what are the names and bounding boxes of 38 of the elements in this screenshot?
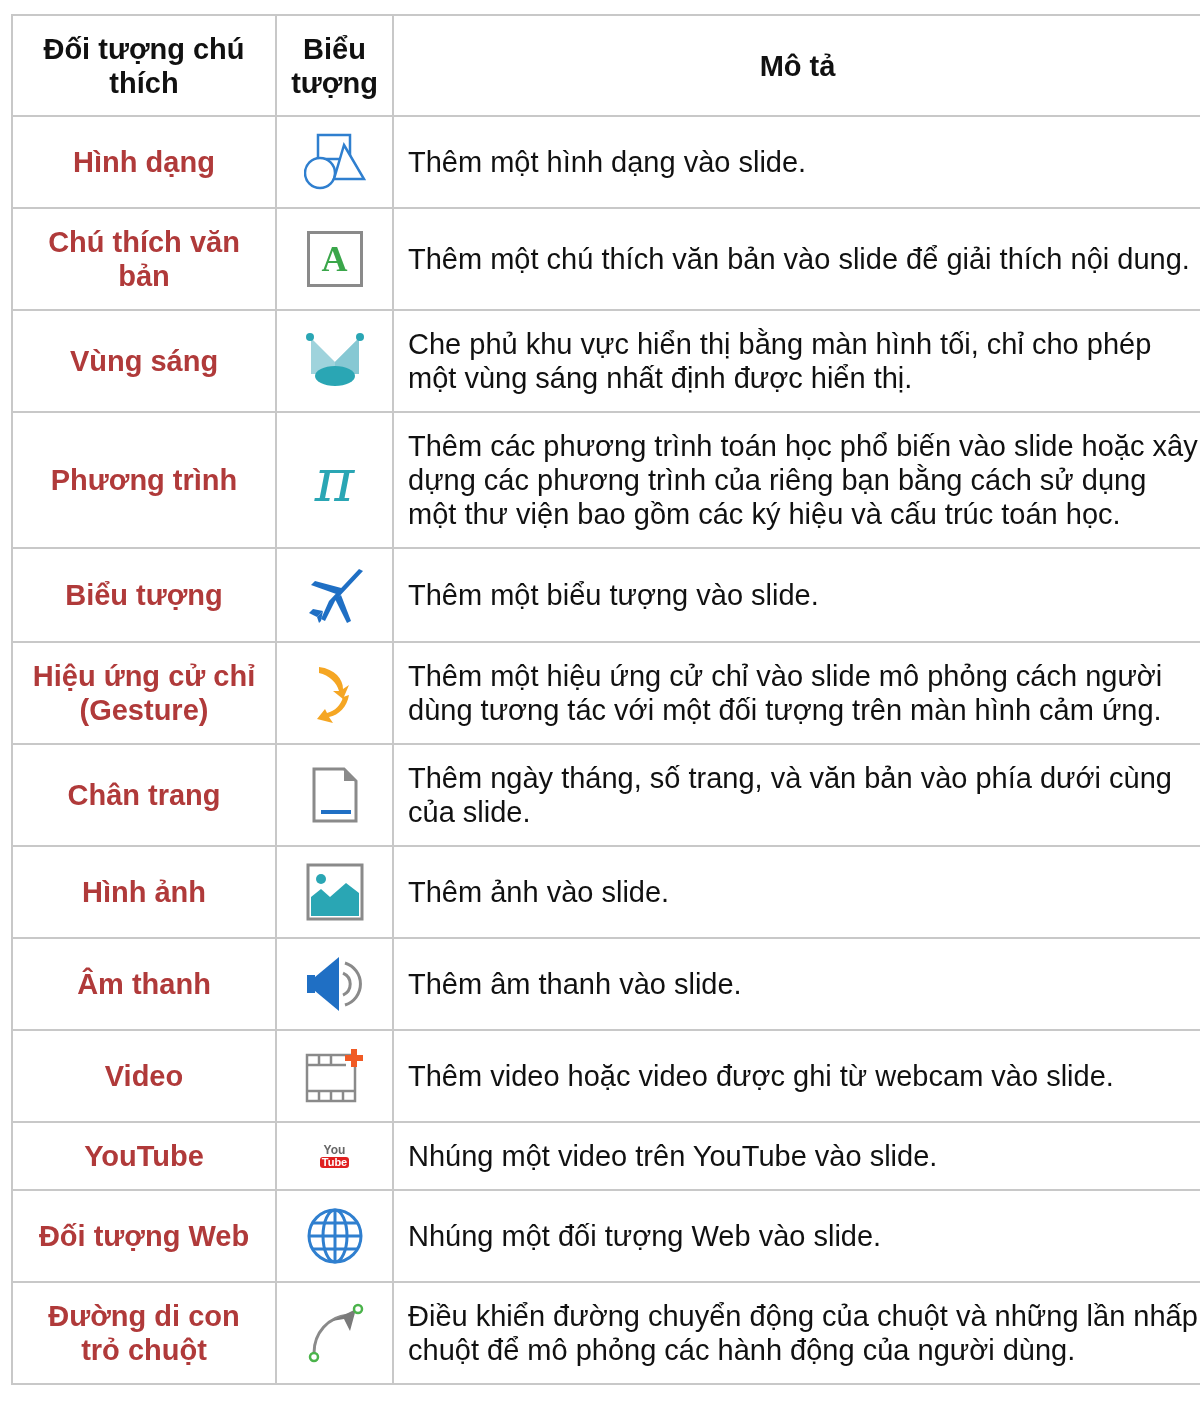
column-header: Mô tả — [759, 49, 836, 82]
description-text: Thêm các phương trình toán học phổ biến vào slide hoặc xây dựng các phương trình của riêng bạn bằng cách sử dụng một thư viện bao gồm các ký hiệu và cấu trúc toán học. — [408, 430, 1198, 530]
text-box-icon: A — [306, 231, 363, 287]
object-name: Hình dạng — [73, 146, 215, 178]
column-header: Biểu tượng — [291, 32, 378, 99]
youtube-logo: You Tube — [319, 1144, 350, 1168]
object-name: Đường di con trỏ chuột — [48, 1300, 240, 1366]
description-text: Điều khiển đường chuyển động của chuột và những lần nhấp chuột để mô phỏng các hành động của người dùng. — [408, 1300, 1198, 1366]
object-name: YouTube — [84, 1140, 204, 1172]
description-text: Nhúng một video trên YouTube vào slide. — [408, 1140, 938, 1172]
globe-icon — [305, 1207, 364, 1265]
description-text: Nhúng một đối tượng Web vào slide. — [408, 1220, 882, 1252]
object-name: Biểu tượng — [65, 579, 223, 611]
description-text: Thêm ngày tháng, số trang, và văn bản vào phía dưới cùng của slide. — [408, 762, 1172, 828]
object-name: Phương trình — [50, 464, 238, 496]
description-text: Thêm ảnh vào slide. — [408, 876, 670, 908]
object-name: Chân trang — [67, 779, 221, 811]
film-add-icon — [303, 1047, 366, 1105]
shapes-icon — [303, 133, 366, 191]
column-header: Đối tượng chú thích — [43, 32, 245, 99]
description-text: Thêm một chú thích văn bản vào slide để giải thích nội dung. — [408, 243, 1190, 275]
description-text: Thêm âm thanh vào slide. — [408, 968, 742, 1000]
picture-icon — [305, 863, 364, 921]
object-name: Vùng sáng — [69, 345, 219, 377]
description-text: Thêm một hình dạng vào slide. — [408, 146, 807, 178]
description-text: Thêm video hoặc video được ghi từ webcam vào slide. — [408, 1060, 1114, 1092]
description-text: Thêm một hiệu ứng cử chỉ vào slide mô phỏng cách người dùng tương tác với một đối tượng trên màn hình cảm ứng. — [408, 660, 1163, 726]
description-text: Che phủ khu vực hiển thị bằng màn hình tối, chỉ cho phép một vùng sáng nhất định được hiển thị. — [408, 328, 1152, 394]
object-name: Hiệu ứng cử chỉ (Gesture) — [32, 660, 256, 726]
description-text: Thêm một biểu tượng vào slide. — [408, 579, 819, 611]
object-name: Video — [104, 1060, 184, 1092]
object-name: Chú thích văn bản — [48, 226, 240, 292]
object-name: Đối tượng Web — [38, 1220, 250, 1252]
pi-icon: π — [314, 450, 355, 510]
speaker-icon — [304, 955, 365, 1013]
object-name: Hình ảnh — [81, 876, 206, 908]
object-name: Âm thanh — [77, 968, 211, 1000]
footer-page-icon — [310, 766, 359, 824]
